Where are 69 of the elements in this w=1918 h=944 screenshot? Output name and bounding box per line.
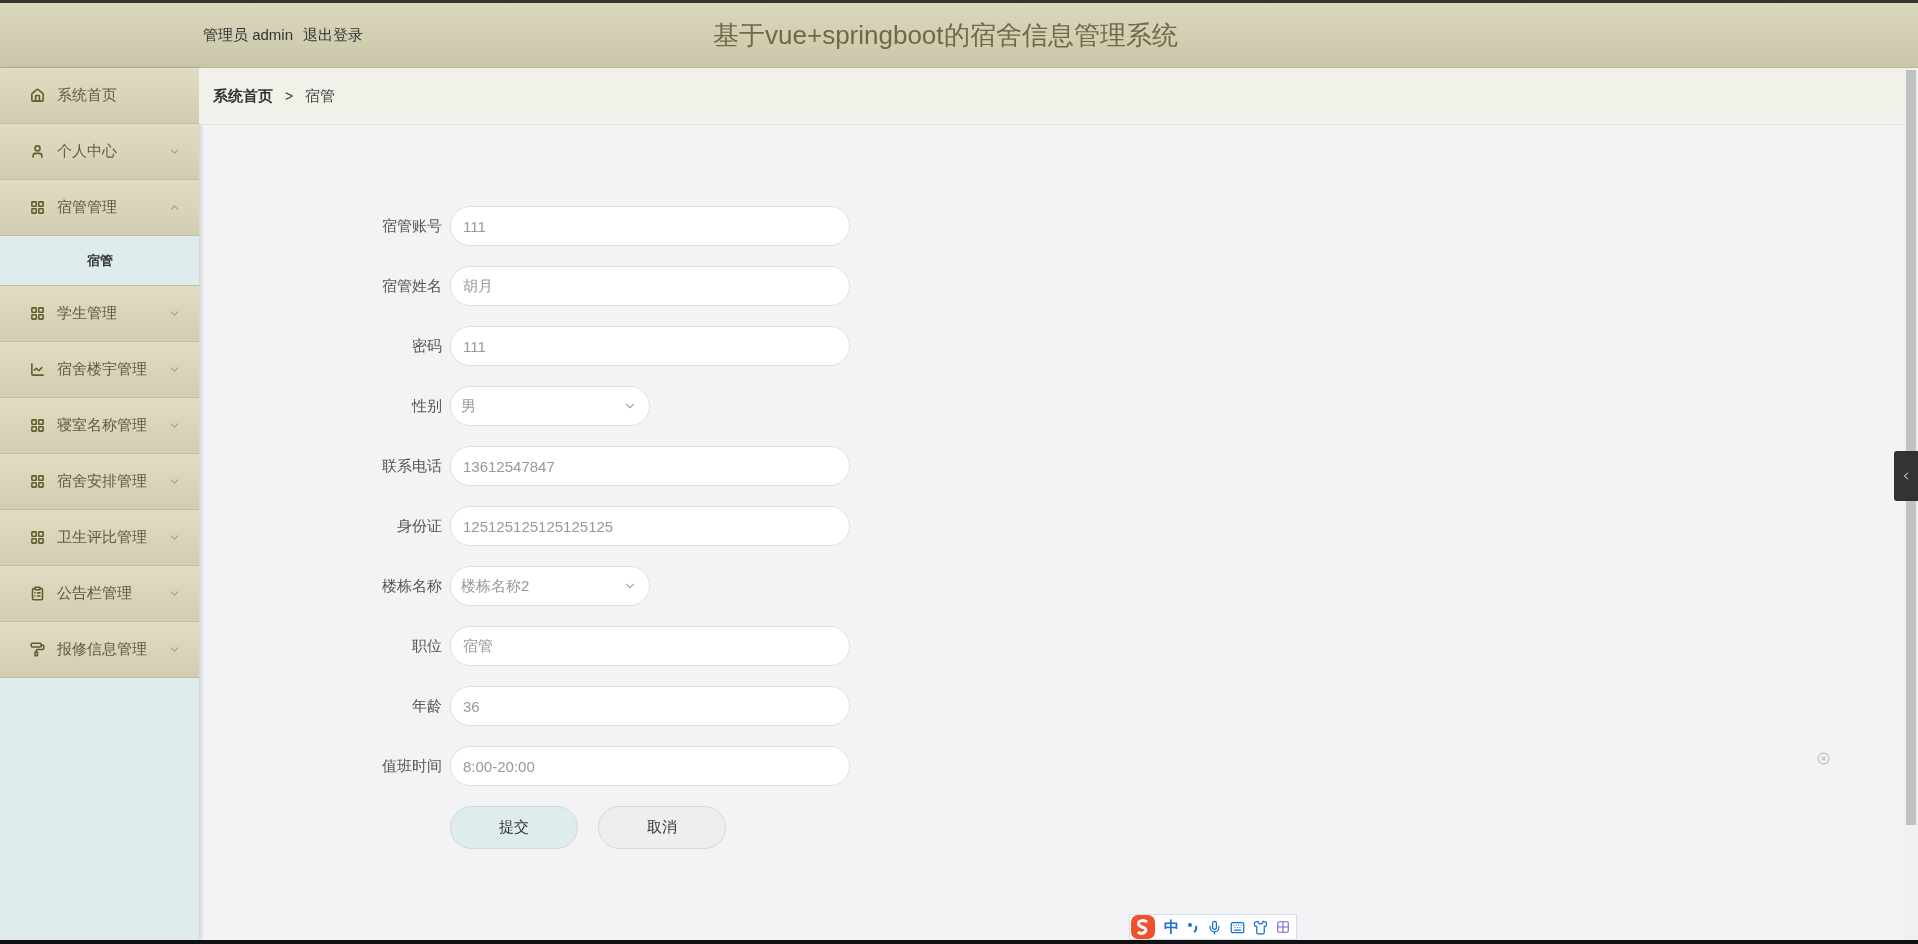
grid-icon [30, 200, 45, 215]
field-label: 身份证 [396, 515, 443, 536]
apps-icon [1276, 920, 1290, 934]
home-icon [30, 88, 45, 103]
submit-button[interactable]: 提交 [450, 806, 578, 849]
field-label: 年龄 [411, 695, 443, 716]
ime-toolbar[interactable]: 中 [1129, 914, 1297, 940]
keyboard-icon [1230, 919, 1245, 935]
input-field[interactable]: 13612547847 [450, 446, 850, 486]
admin-label: 管理员 admin [203, 24, 294, 45]
breadcrumb-item[interactable]: 宿管 [305, 84, 336, 108]
sidebar-item[interactable]: 报修信息管理 [0, 622, 199, 678]
field-label: 宿管账号 [381, 215, 443, 236]
sidebar-item[interactable]: 个人中心 [0, 124, 199, 180]
field-label: 值班时间 [381, 755, 443, 776]
sidebar-item-label: 个人中心 [57, 141, 117, 162]
shirt-icon [1253, 919, 1268, 935]
breadcrumb-separator: > [285, 86, 294, 106]
grid-icon [30, 418, 45, 433]
select-field[interactable]: 男 [450, 386, 650, 426]
input-mode-label: 中 [1164, 916, 1179, 937]
sidebar-item[interactable]: 学生管理 [0, 286, 199, 342]
sidebar-item-label: 宿舍安排管理 [57, 471, 147, 492]
cancel-button[interactable]: 取消 [598, 806, 726, 849]
clipboard-icon [30, 586, 45, 601]
sidebar-item[interactable]: 宿管管理 [0, 180, 199, 236]
sidebar-item-label: 寝室名称管理 [57, 415, 147, 436]
sidebar-item-label: 系统首页 [57, 85, 117, 106]
punctuation-icon [1187, 920, 1199, 934]
system-title: 基于vue+springboot的宿舍信息管理系统 [713, 18, 1178, 52]
input-field[interactable]: 8:00-20:00 [450, 746, 850, 786]
user-icon [30, 144, 45, 159]
chart-icon [30, 362, 45, 377]
field-label: 性别 [410, 395, 443, 416]
sidebar-item-label: 公告栏管理 [57, 583, 132, 604]
sidebar-item-label: 报修信息管理 [57, 639, 147, 660]
input-field[interactable]: 宿管 [450, 626, 850, 666]
submenu-item[interactable]: 宿管 [0, 236, 199, 286]
logout-link[interactable]: 退出登录 [303, 23, 364, 47]
side-panel-toggle[interactable] [1894, 451, 1918, 501]
grid-icon [30, 474, 45, 489]
input-field[interactable]: 111 [450, 206, 850, 246]
breadcrumb-item[interactable]: 系统首页 [213, 84, 273, 108]
select-field[interactable]: 楼栋名称2 [450, 566, 650, 606]
sidebar-item-label: 学生管理 [57, 303, 117, 324]
grid-icon [30, 530, 45, 545]
sidebar-item[interactable]: 公告栏管理 [0, 566, 199, 622]
logo-icon [1130, 914, 1156, 940]
input-field[interactable]: 111 [450, 326, 850, 366]
sidebar-item[interactable]: 卫生评比管理 [0, 510, 199, 566]
field-label: 宿管姓名 [381, 275, 443, 296]
sidebar-item[interactable]: 寝室名称管理 [0, 398, 199, 454]
input-field[interactable]: 125125125125125125 [450, 506, 850, 546]
paint-roller-icon [30, 642, 45, 657]
sidebar-item[interactable]: 宿舍安排管理 [0, 454, 199, 510]
input-field[interactable]: 36 [450, 686, 850, 726]
sidebar-item-label: 卫生评比管理 [57, 527, 147, 548]
field-label: 职位 [411, 635, 443, 656]
sidebar-item[interactable]: 系统首页 [0, 68, 199, 124]
grid-icon [30, 306, 45, 321]
field-label: 联系电话 [381, 455, 443, 476]
microphone-icon [1207, 919, 1222, 935]
field-label: 密码 [411, 335, 443, 356]
sidebar-item[interactable]: 宿舍楼宇管理 [0, 342, 199, 398]
input-field[interactable]: 胡月 [450, 266, 850, 306]
field-label: 楼栋名称 [381, 575, 443, 596]
sidebar-item-label: 宿管管理 [57, 197, 117, 218]
sidebar-item-label: 宿舍楼宇管理 [57, 359, 147, 380]
clear-icon[interactable] [1817, 752, 1830, 765]
